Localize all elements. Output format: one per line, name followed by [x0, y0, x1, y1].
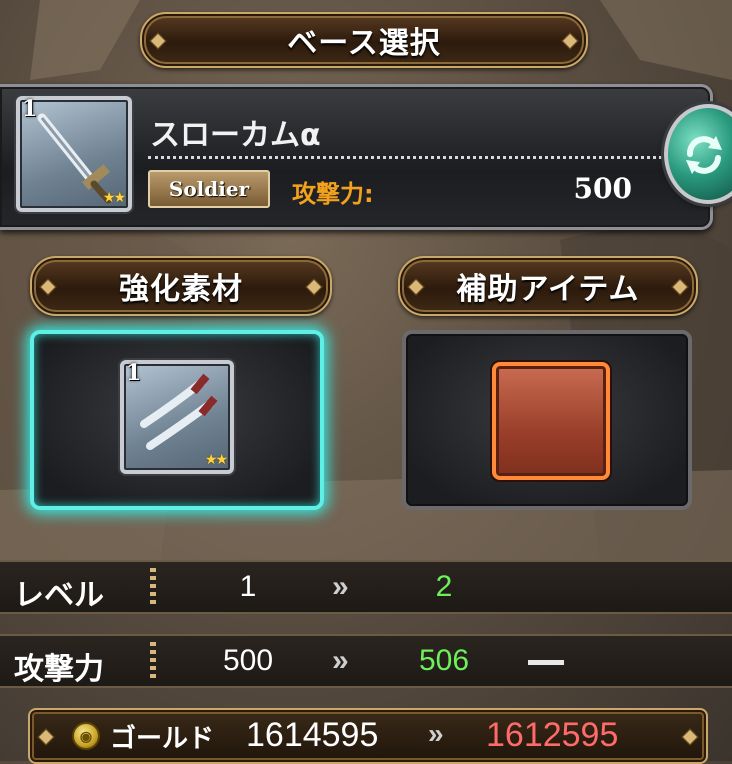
gold-label: ゴールド — [110, 723, 215, 753]
level-label: レベル — [14, 579, 104, 612]
class-badge: Soldier — [148, 170, 270, 208]
gold-current: 1614595 — [246, 716, 379, 754]
attack-row-label: 攻撃力 — [14, 653, 104, 686]
attack-extra-dash — [528, 660, 564, 665]
ornament-right — [561, 32, 579, 50]
gold-coin-icon: ◉ — [72, 722, 100, 750]
level-badge: 1 — [126, 360, 142, 386]
page-title: ベース選択 — [287, 26, 441, 61]
ornament-left — [39, 278, 57, 296]
material-slot[interactable]: 1 ★★ — [30, 330, 324, 510]
level-to: 2 — [435, 570, 453, 603]
double-chevron-icon: » — [332, 570, 349, 603]
row-separator — [150, 642, 156, 680]
material-title: 強化素材 — [119, 272, 243, 307]
support-item-slot[interactable] — [402, 330, 692, 510]
rarity-stars: ★★ — [102, 190, 126, 206]
level-from: 1 — [239, 570, 257, 603]
attack-row: 攻撃力 500 » 506 — [0, 634, 732, 688]
refresh-icon — [686, 136, 722, 174]
empty-support-item[interactable] — [492, 362, 610, 480]
ornament-right — [671, 278, 689, 296]
ornament-left — [37, 728, 55, 746]
attack-to: 506 — [418, 644, 470, 677]
gold-cost-bar: ◉ ゴールド 1614595 » 1612595 — [28, 708, 708, 764]
material-section-banner: 強化素材 — [30, 256, 332, 316]
support-section-banner: 補助アイテム — [398, 256, 698, 316]
base-select-banner: ベース選択 — [140, 12, 588, 68]
base-unit-name: スローカムα — [150, 118, 321, 153]
ornament-right — [305, 278, 323, 296]
divider — [148, 156, 668, 159]
row-separator — [150, 568, 156, 606]
double-chevron-icon: » — [428, 718, 444, 749]
support-title: 補助アイテム — [456, 272, 640, 307]
base-unit-thumbnail[interactable]: 1 ★★ — [16, 96, 132, 212]
attack-from: 500 — [222, 644, 274, 677]
attack-label: 攻撃力: — [292, 180, 374, 208]
attack-value: 500 — [573, 172, 632, 205]
ornament-left — [149, 32, 167, 50]
material-item-thumbnail[interactable]: 1 ★★ — [120, 360, 234, 474]
double-chevron-icon: » — [332, 644, 349, 677]
level-row: レベル 1 » 2 — [0, 560, 732, 614]
gold-after: 1612595 — [486, 716, 619, 754]
level-badge: 1 — [22, 96, 38, 122]
rarity-stars: ★★ — [204, 452, 228, 468]
ornament-left — [407, 278, 425, 296]
ornament-right — [681, 728, 699, 746]
